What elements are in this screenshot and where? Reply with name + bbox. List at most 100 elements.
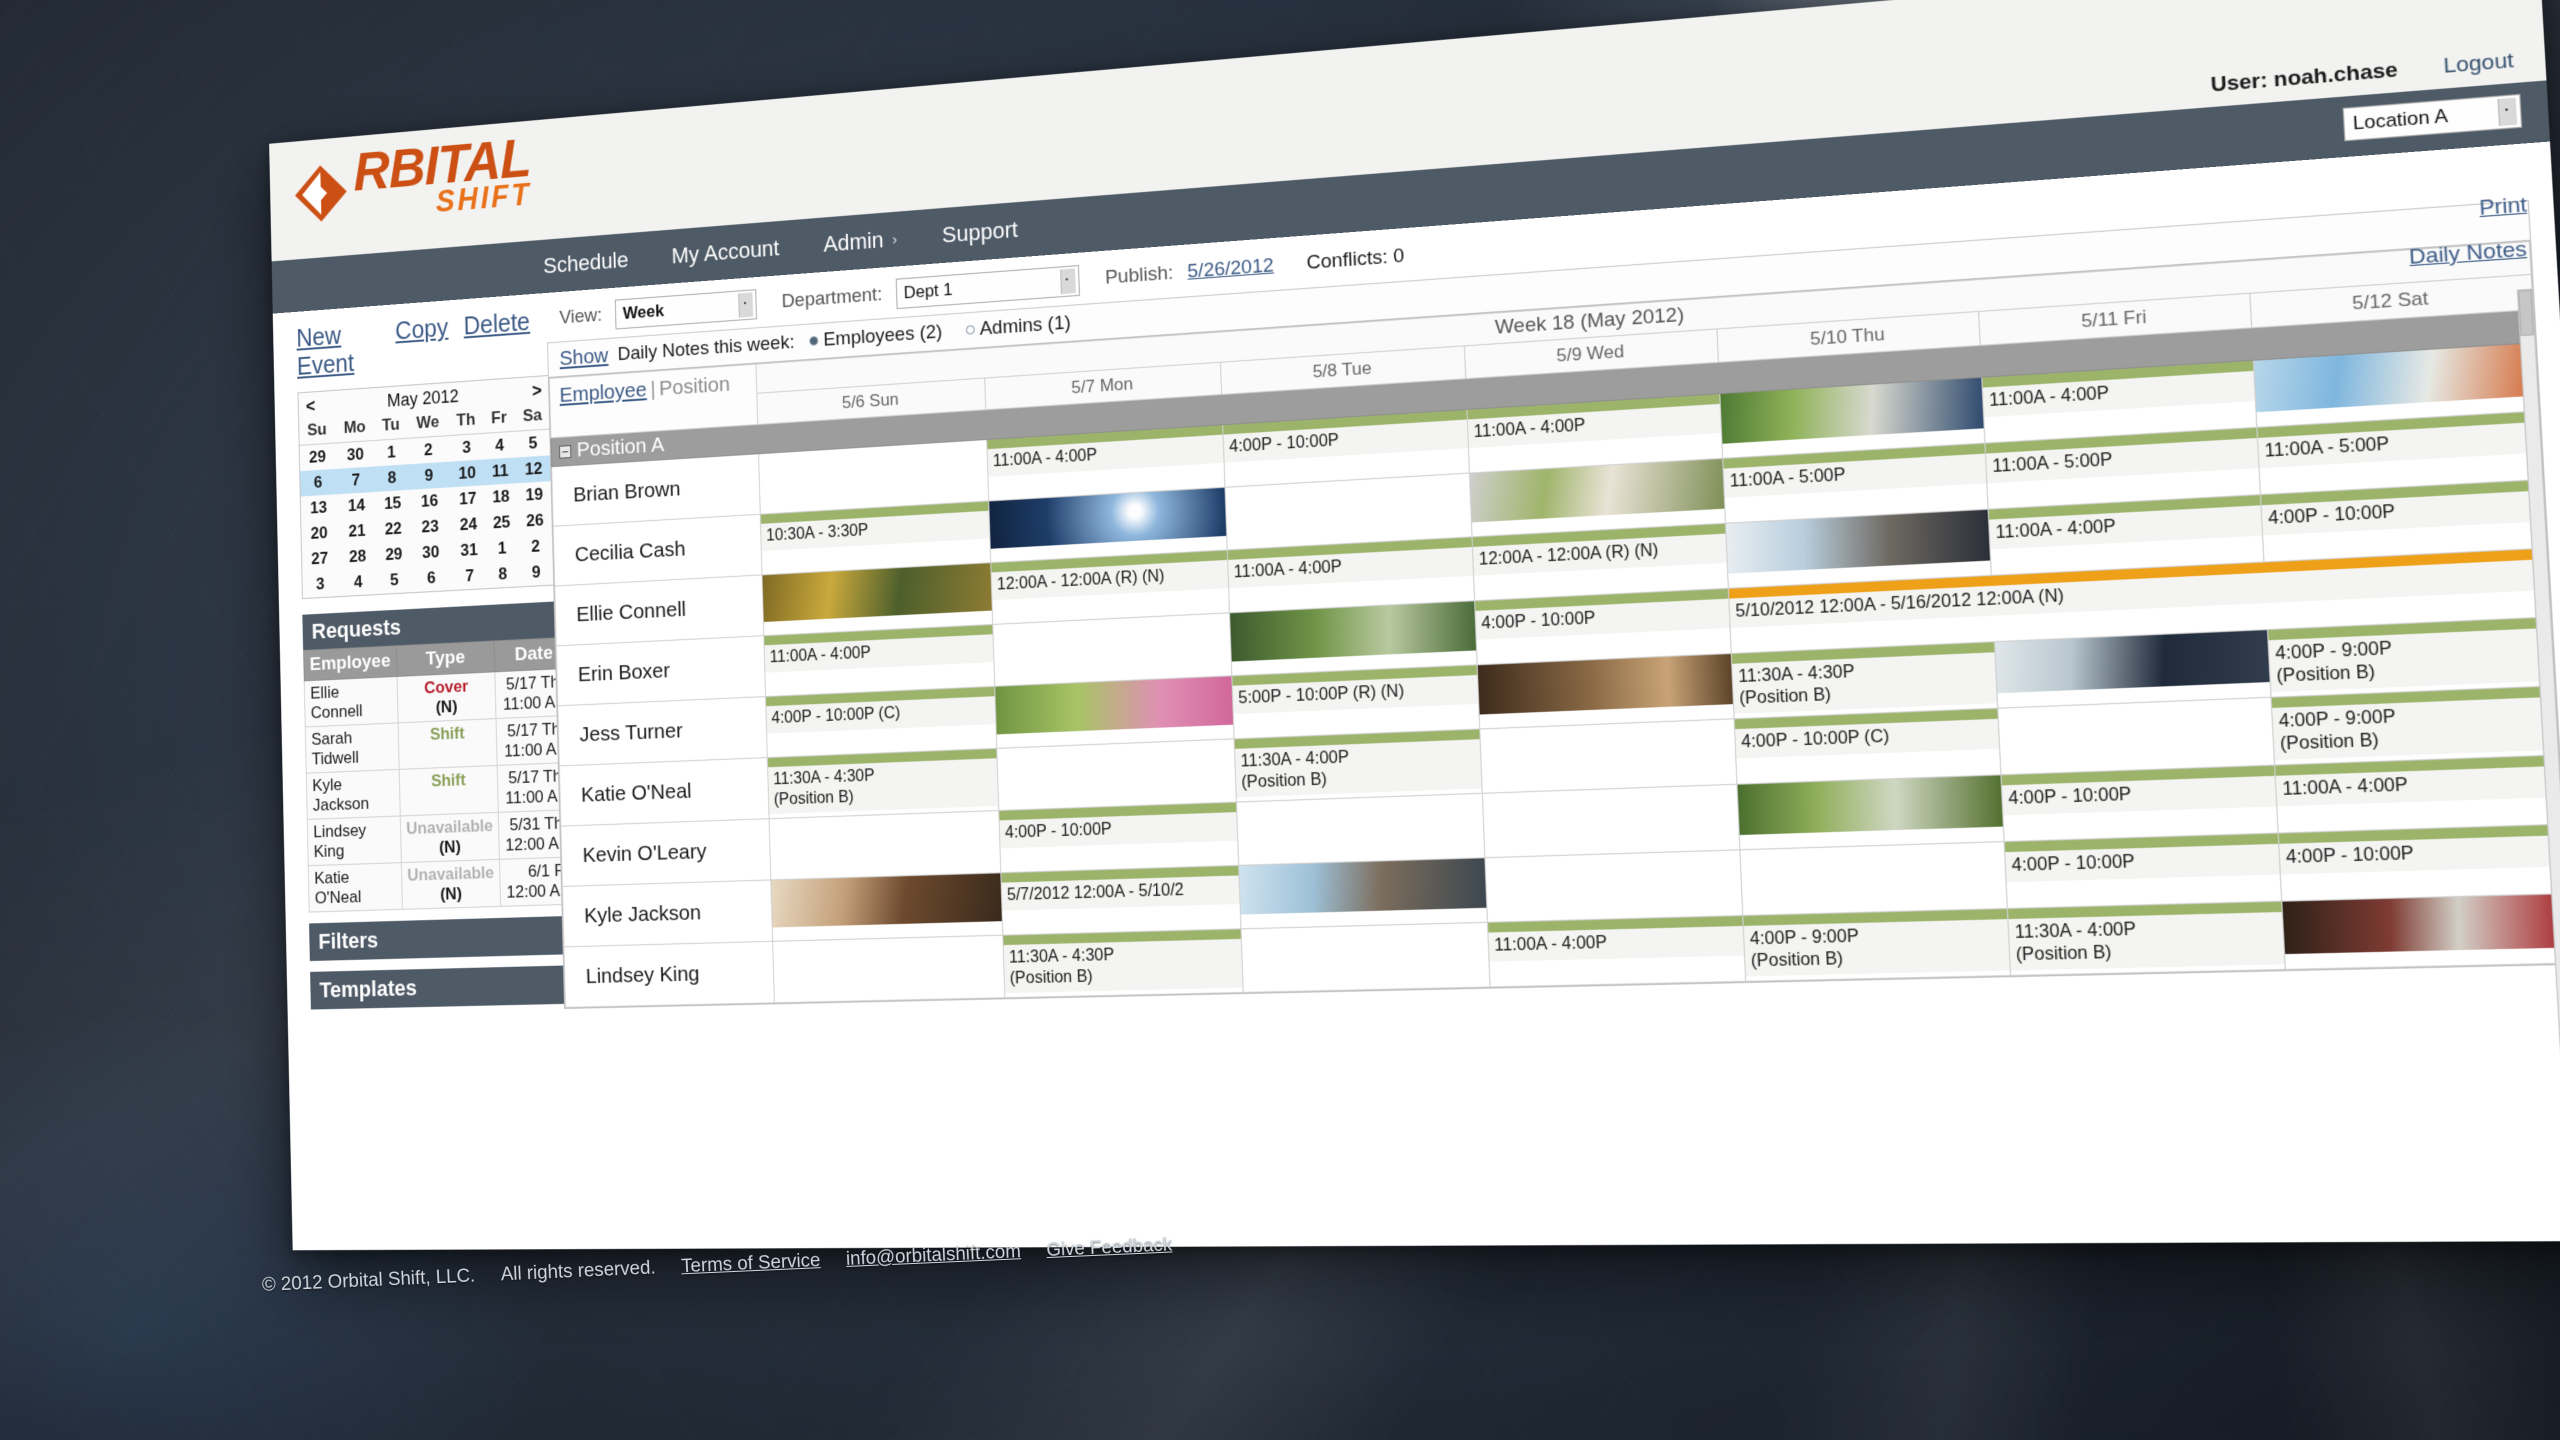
- calendar-day-cell[interactable]: 31: [451, 537, 486, 565]
- filters-section-header[interactable]: Filters: [309, 914, 565, 962]
- calendar-day-cell[interactable]: 7: [335, 466, 377, 495]
- schedule-cell[interactable]: [1482, 784, 1740, 858]
- requests-column-header[interactable]: Employee: [303, 645, 397, 681]
- schedule-cell[interactable]: 11:30A - 4:30P (Position B): [767, 748, 999, 819]
- schedule-cell[interactable]: [1994, 629, 2272, 709]
- shift-block[interactable]: 11:00A - 4:00P: [1488, 916, 1744, 962]
- schedule-cell[interactable]: [1484, 849, 1743, 923]
- calendar-day-cell[interactable]: 29: [377, 541, 410, 568]
- copy-link[interactable]: Copy: [395, 314, 449, 375]
- shift-block[interactable]: 4:00P - 9:00P (Position B): [2271, 686, 2558, 761]
- templates-section-header[interactable]: Templates: [310, 963, 566, 1010]
- shift-photo-thumbnail[interactable]: [1737, 775, 2003, 836]
- calendar-day-cell[interactable]: 7: [452, 562, 487, 590]
- calendar-day-cell[interactable]: 1: [375, 438, 408, 466]
- nav-schedule[interactable]: Schedule: [543, 247, 629, 279]
- calendar-next-button[interactable]: >: [532, 380, 542, 401]
- calendar-day-cell[interactable]: 5: [515, 429, 551, 458]
- show-link[interactable]: Show: [559, 344, 608, 371]
- department-select-box[interactable]: Dept 1: [895, 265, 1080, 310]
- schedule-cell[interactable]: [772, 935, 1005, 1003]
- calendar-prev-button[interactable]: <: [306, 396, 316, 417]
- calendar-day-cell[interactable]: 5: [378, 567, 411, 594]
- schedule-cell[interactable]: [1229, 600, 1478, 676]
- schedule-cell[interactable]: 11:30A - 4:00P (Position B): [1234, 729, 1483, 803]
- schedule-cell[interactable]: 11:00A - 4:00P: [1487, 915, 1746, 988]
- schedule-cell[interactable]: [996, 738, 1237, 811]
- schedule-cell[interactable]: 12:00A - 12:00A (R) (N): [990, 549, 1230, 625]
- shift-photo-thumbnail[interactable]: [1477, 654, 1733, 715]
- schedule-employee-name[interactable]: Kyle Jackson: [562, 879, 773, 947]
- calendar-day-cell[interactable]: 22: [377, 515, 410, 542]
- schedule-cell[interactable]: 11:00A - 4:00P: [1227, 536, 1475, 613]
- calendar-day-cell[interactable]: 30: [410, 539, 452, 567]
- brand-logo[interactable]: RBITAL SHIFT: [292, 126, 532, 226]
- shift-photo-thumbnail[interactable]: [995, 676, 1234, 735]
- schedule-cell[interactable]: [762, 562, 993, 636]
- calendar-day-cell[interactable]: 9: [407, 461, 451, 490]
- nav-admin[interactable]: Admin ›: [823, 226, 898, 258]
- schedule-cell[interactable]: 5:00P - 10:00P (R) (N): [1231, 664, 1480, 739]
- calendar-day-cell[interactable]: 12: [515, 455, 552, 484]
- schedule-cell[interactable]: 4:00P - 10:00P: [2000, 765, 2279, 842]
- print-link[interactable]: Print: [2479, 193, 2528, 221]
- schedule-cell[interactable]: [1477, 653, 1735, 730]
- shift-photo-thumbnail[interactable]: [1230, 601, 1477, 662]
- shift-block[interactable]: 11:30A - 4:30P (Position B): [1731, 642, 1997, 714]
- shift-block[interactable]: 4:00P - 9:00P (Position B): [2268, 617, 2554, 693]
- schedule-cell[interactable]: 4:00P - 9:00P (Position B): [1742, 908, 2011, 982]
- calendar-day-cell[interactable]: 20: [301, 520, 337, 547]
- scrollbar-thumb[interactable]: [2518, 289, 2535, 337]
- calendar-day-cell[interactable]: 25: [485, 509, 517, 537]
- calendar-day-cell[interactable]: 14: [336, 492, 377, 520]
- calendar-day-cell[interactable]: 2: [407, 436, 449, 465]
- schedule-employee-name[interactable]: Cecilia Cash: [553, 514, 763, 587]
- view-select-box[interactable]: Week: [614, 289, 758, 330]
- schedule-cell[interactable]: [1240, 922, 1491, 993]
- admins-radio-option[interactable]: Admins (1): [965, 312, 1072, 342]
- schedule-employee-name[interactable]: Kevin O'Leary: [560, 818, 771, 887]
- schedule-cell[interactable]: 4:00P - 10:00P: [1474, 588, 1732, 665]
- view-select[interactable]: Week: [614, 289, 758, 330]
- schedule-cell[interactable]: 11:30A - 4:30P (Position B): [1002, 928, 1244, 998]
- calendar-day-cell[interactable]: 18: [485, 483, 517, 511]
- calendar-day-cell[interactable]: 1: [486, 535, 518, 563]
- schedule-cell[interactable]: 4:00P - 10:00P: [998, 802, 1239, 873]
- shift-photo-thumbnail[interactable]: [1995, 630, 2270, 694]
- shift-block[interactable]: 4:00P - 10:00P: [2004, 833, 2280, 882]
- schedule-cell[interactable]: 12:00A - 12:00A (R) (N): [1472, 523, 1729, 601]
- calendar-day-cell[interactable]: 10: [449, 459, 485, 488]
- schedule-cell[interactable]: [994, 675, 1235, 749]
- calendar-day-cell[interactable]: 4: [338, 568, 379, 596]
- schedule-cell[interactable]: 4:00P - 10:00P (C): [1734, 708, 2001, 785]
- schedule-cell[interactable]: [769, 810, 1001, 880]
- shift-block[interactable]: 11:30A - 4:00P (Position B): [1234, 729, 1482, 798]
- calendar-day-cell[interactable]: 3: [302, 571, 338, 598]
- shift-block[interactable]: 4:00P - 10:00P (C): [1734, 708, 2000, 759]
- schedule-cell[interactable]: 5/7/2012 12:00A - 5/10/2: [1000, 865, 1241, 936]
- calendar-day-cell[interactable]: 13: [301, 494, 337, 522]
- schedule-cell[interactable]: 11:00A - 4:00P: [763, 624, 995, 697]
- shift-photo-thumbnail[interactable]: [1239, 858, 1487, 915]
- shift-block[interactable]: 4:00P - 9:00P (Position B): [1743, 909, 2010, 977]
- shift-block[interactable]: 11:30A - 4:30P (Position B): [1003, 929, 1243, 994]
- schedule-employee-name[interactable]: Lindsey King: [563, 941, 775, 1008]
- logout-link[interactable]: Logout: [2443, 49, 2515, 79]
- calendar-day-cell[interactable]: 30: [335, 440, 376, 468]
- nav-my-account[interactable]: My Account: [671, 235, 780, 269]
- calendar-day-cell[interactable]: 8: [375, 464, 409, 492]
- shift-block[interactable]: 5/7/2012 12:00A - 5/10/2: [1001, 865, 1240, 911]
- nav-support[interactable]: Support: [942, 216, 1019, 248]
- schedule-cell[interactable]: [1736, 774, 2005, 850]
- schedule-cell[interactable]: 11:30A - 4:00P (Position B): [2007, 901, 2286, 976]
- schedule-cell[interactable]: [2281, 893, 2560, 970]
- requests-column-header[interactable]: Type: [396, 640, 496, 677]
- calendar-day-cell[interactable]: 6: [300, 468, 337, 497]
- calendar-day-cell[interactable]: 9: [518, 559, 554, 587]
- sort-by-employee-link[interactable]: Employee: [559, 378, 647, 407]
- schedule-employee-name[interactable]: Katie O'Neal: [559, 757, 770, 827]
- shift-photo-thumbnail[interactable]: [771, 873, 1002, 928]
- sort-by-position-link[interactable]: Position: [659, 372, 730, 400]
- publish-date-link[interactable]: 5/26/2012: [1187, 255, 1274, 284]
- delete-link[interactable]: Delete: [463, 308, 531, 370]
